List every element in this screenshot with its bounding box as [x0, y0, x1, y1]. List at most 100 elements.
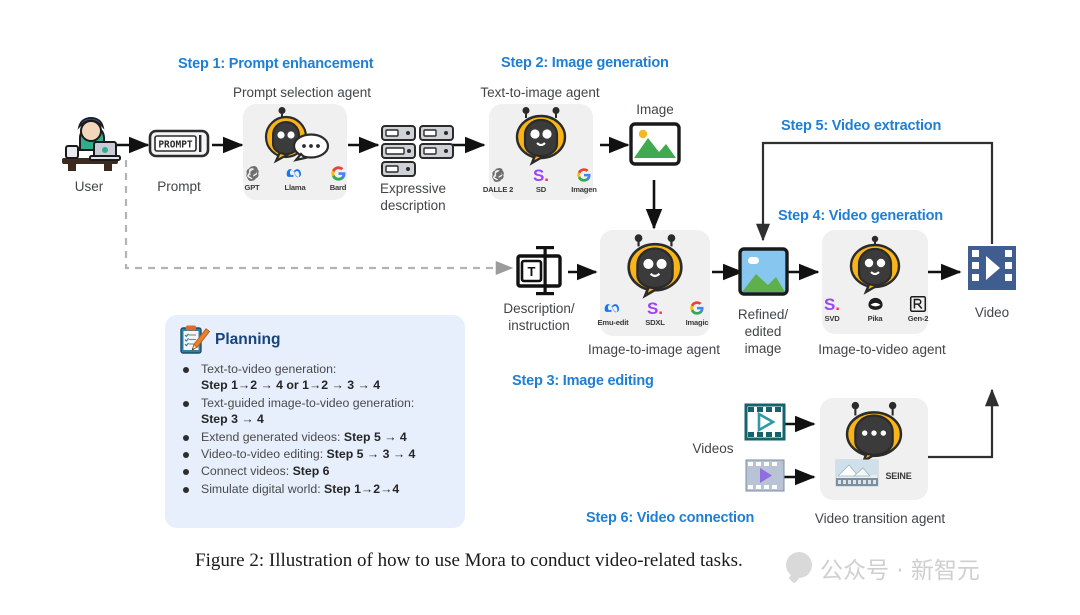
prompt-selection-agent-card[interactable]: GPT Llama Bard — [243, 104, 347, 200]
figure-caption: Figure 2: Illustration of how to use Mor… — [195, 550, 743, 571]
mora-bot-icon — [849, 235, 901, 295]
model-name-pika: Pika — [867, 314, 883, 323]
planning-item: Text-to-video generation: Step 1→2 → 4 o… — [181, 361, 455, 394]
model-logo-bard: Bard — [321, 163, 355, 192]
step-label-1: Step 1: Prompt enhancement — [178, 56, 374, 72]
mora-bot-icon — [627, 234, 683, 299]
model-name-svd: SVD — [824, 314, 840, 323]
model-name-gpt: GPT — [244, 183, 260, 192]
description-instruction-line2: instruction — [508, 318, 570, 333]
planning-item: Text-guided image-to-video generation: S… — [181, 395, 455, 428]
description-instruction-icon: T — [516, 246, 562, 296]
planning-item-text: Extend generated videos: — [201, 429, 341, 444]
planning-header: Planning — [165, 315, 465, 357]
video-transition-agent-card[interactable]: SEINE — [820, 398, 928, 500]
model-name-emu-edit: Emu-edit — [597, 318, 629, 327]
model-logo-pika: Pika — [858, 294, 892, 323]
model-logo-svd: S. SVD — [815, 294, 849, 323]
seine-logo — [835, 459, 879, 491]
model-logo-emu-edit: Emu-edit — [596, 298, 630, 327]
planning-item-bold: Step 5 → 3 → 4 — [323, 447, 416, 462]
clipboard-pencil-icon — [180, 325, 211, 354]
google-logo — [689, 298, 705, 318]
refined-image-line2: edited — [744, 324, 782, 339]
image-to-image-agent-card[interactable]: Emu-edit S. SDXL Imagic — [598, 230, 710, 336]
planning-item-bold: Step 6 — [289, 464, 330, 479]
refined-edited-image-label: Refined/ edited image — [728, 306, 798, 357]
planning-list: Text-to-video generation: Step 1→2 → 4 o… — [165, 361, 465, 497]
image-label: Image — [636, 102, 674, 117]
mora-bot-chat-icon — [264, 107, 330, 164]
text-to-image-model-logos: DALLE 2 S. SD Imagen — [481, 165, 601, 194]
image-to-video-model-logos: S. SVD Pika Gen-2 — [815, 294, 935, 323]
model-logo-sdxl: S. SDXL — [638, 298, 672, 327]
prompt-selection-agent-label: Prompt selection agent — [232, 85, 372, 100]
planning-item-second-line: Step 3 → 4 — [201, 412, 264, 427]
model-logo-sd: S. SD — [524, 165, 558, 194]
planning-panel: Planning Text-to-video generation: Step … — [165, 315, 465, 528]
mora-bot-icon — [515, 107, 567, 166]
image-to-image-model-logos: Emu-edit S. SDXL Imagic — [596, 298, 714, 327]
video-transition-model-logos: SEINE — [835, 459, 912, 491]
google-logo — [576, 165, 592, 185]
model-logo-imagic: Imagic — [680, 298, 714, 327]
model-name-imagen: Imagen — [571, 185, 597, 194]
step-label-3: Step 3: Image editing — [512, 373, 654, 389]
step-label-5: Step 5: Video extraction — [781, 118, 942, 134]
planning-item-bold: Step 5 → 4 — [340, 429, 407, 444]
openai-logo — [490, 165, 506, 185]
image-to-video-agent-card[interactable]: S. SVD Pika Gen-2 — [822, 230, 928, 334]
expressive-description-line1: Expressive — [379, 181, 447, 196]
openai-logo — [244, 163, 261, 183]
svg-text:T: T — [528, 264, 536, 279]
stability-logo: S. — [532, 165, 550, 185]
planning-item-text: Video-to-video editing: — [201, 447, 324, 462]
text-to-image-agent-card[interactable]: DALLE 2 S. SD Imagen — [483, 104, 597, 200]
google-logo — [330, 163, 347, 183]
model-name-sdxl: SDXL — [645, 318, 665, 327]
model-name-seine: SEINE — [885, 470, 912, 481]
pika-logo — [867, 294, 884, 314]
model-name-bard: Bard — [329, 183, 347, 192]
refined-image-line1: Refined/ — [737, 307, 789, 322]
expressive-description-label: Expressive description — [373, 180, 453, 214]
planning-item-text: Text-guided image-to-video generation: — [201, 395, 415, 410]
watermark-text: 公众号 · 新智元 — [820, 558, 980, 584]
prompt-selection-model-logos: GPT Llama Bard — [235, 163, 355, 192]
model-name-dalle2: DALLE 2 — [482, 185, 514, 194]
expressive-description-icon — [381, 125, 454, 177]
model-logo-llama: Llama — [278, 163, 312, 192]
model-name-imagic: Imagic — [685, 318, 709, 327]
step-label-2: Step 2: Image generation — [501, 55, 669, 71]
refined-image-line3: image — [744, 341, 782, 356]
mora-bot-icon — [845, 401, 903, 464]
figure-canvas: PROMPT T Step 1: Prompt enhancement Step… — [0, 0, 1080, 615]
step-label-4: Step 4: Video generation — [778, 208, 943, 224]
model-name-gen2: Gen-2 — [907, 314, 929, 323]
video-icon — [968, 246, 1016, 290]
video-clip-icon-1 — [744, 403, 786, 441]
step-label-6: Step 6: Video connection — [586, 510, 755, 526]
image-to-video-agent-label: Image-to-video agent — [818, 342, 946, 357]
planning-item: Video-to-video editing: Step 5 → 3 → 4 — [181, 446, 455, 462]
description-instruction-line1: Description/ — [503, 301, 575, 316]
image-to-image-agent-label: Image-to-image agent — [587, 342, 721, 357]
model-logo-gen2: Gen-2 — [901, 294, 935, 323]
runway-logo — [909, 294, 927, 314]
planning-item-second-line: Step 1→2 → 4 or 1→2 → 3 → 4 — [201, 378, 381, 393]
planning-item-text: Text-to-video generation: — [201, 362, 337, 376]
stability-logo: S. — [646, 298, 664, 318]
model-name-llama: Llama — [284, 183, 306, 192]
planning-item-bold: Step 1→2→4 — [320, 481, 400, 496]
description-instruction-label: Description/ instruction — [491, 300, 587, 334]
video-label: Video — [974, 305, 1010, 320]
planning-item: Simulate digital world: Step 1→2→4 — [181, 481, 455, 497]
prompt-token-icon: PROMPT — [148, 129, 210, 158]
watermark-bubble-icon — [786, 552, 812, 578]
text-to-image-agent-label: Text-to-image agent — [480, 85, 600, 100]
planning-item-text: Connect videos: — [201, 464, 290, 479]
model-logo-dalle2: DALLE 2 — [481, 165, 515, 194]
planning-item-text: Simulate digital world: — [201, 481, 321, 496]
planning-item: Connect videos: Step 6 — [181, 463, 455, 479]
videos-label: Videos — [692, 441, 734, 456]
